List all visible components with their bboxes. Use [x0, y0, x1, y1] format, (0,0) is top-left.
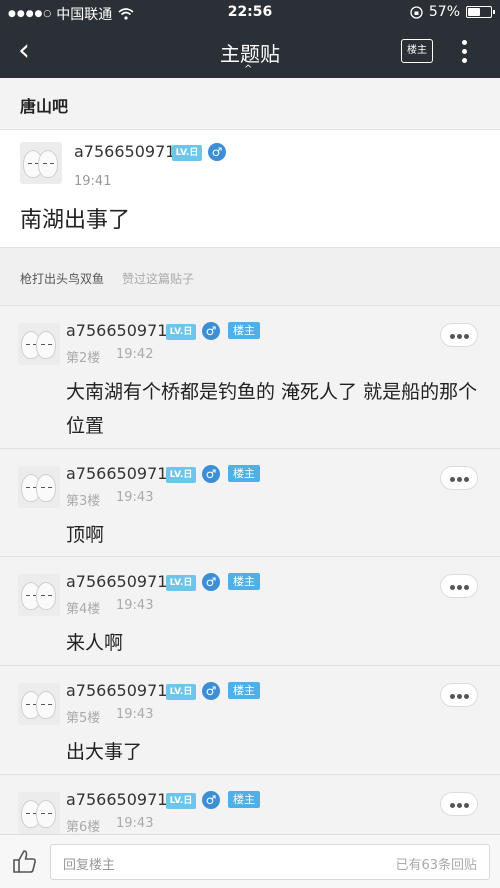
rotation-lock-icon — [410, 5, 423, 19]
male-icon: ♂ — [202, 322, 220, 340]
status-bar: ●●●●○ 中国联通 22:56 57% — [0, 0, 500, 26]
more-options-button[interactable] — [440, 574, 478, 598]
more-options-button[interactable] — [440, 466, 478, 490]
floor-number: 第5楼 — [66, 711, 101, 726]
level-badge: LV.日 — [166, 575, 196, 591]
more-options-button[interactable] — [440, 323, 478, 347]
level-badge: LV.日 — [172, 145, 202, 161]
thumbs-up-icon[interactable] — [10, 847, 38, 875]
reply-username[interactable]: a756650971 — [66, 464, 167, 483]
reply-time: 19:43 — [116, 598, 154, 613]
reply-item: a756650971 LV.日 ♂ 楼主 第3楼 19:43 顶啊 — [0, 450, 500, 557]
op-username[interactable]: a756650971 — [74, 142, 175, 161]
reply-username[interactable]: a756650971 — [66, 321, 167, 340]
reply-placeholder: 回复楼主 — [63, 858, 116, 873]
reply-item: a756650971 LV.日 ♂ 楼主 第5楼 19:43 出大事了 — [0, 667, 500, 775]
reply-item: a756650971 LV.日 ♂ 楼主 第4楼 19:43 来人啊 — [0, 558, 500, 666]
reply-time: 19:43 — [116, 707, 154, 722]
avatar[interactable] — [18, 792, 60, 834]
post-time: 19:41 — [74, 174, 112, 189]
avatar[interactable] — [18, 323, 60, 365]
male-icon: ♂ — [202, 573, 220, 591]
floor-number: 第6楼 — [66, 820, 101, 835]
reply-bar: 回复楼主 已有63条回贴 — [0, 834, 500, 888]
reply-count: 已有63条回贴 — [395, 858, 477, 873]
battery-percent: 57% — [428, 4, 460, 20]
reply-item: a756650971 LV.日 ♂ 楼主 第6楼 19:43 — [0, 776, 500, 835]
chevron-up-icon[interactable]: ^ — [244, 64, 252, 75]
reply-time: 19:42 — [116, 347, 154, 362]
host-badge: 楼主 — [228, 682, 260, 699]
level-badge: LV.日 — [166, 793, 196, 809]
reply-content: 大南湖有个桥都是钓鱼的 淹死人了 就是船的那个位置 — [66, 381, 478, 437]
reply-username[interactable]: a756650971 — [66, 681, 167, 700]
floor-number: 第4楼 — [66, 602, 101, 617]
avatar[interactable] — [18, 683, 60, 725]
forum-header[interactable]: 唐山吧 — [0, 78, 500, 130]
male-icon: ♂ — [208, 143, 226, 161]
reply-time: 19:43 — [116, 490, 154, 505]
male-icon: ♂ — [202, 682, 220, 700]
male-icon: ♂ — [202, 465, 220, 483]
level-badge: LV.日 — [166, 324, 196, 340]
reply-content: 顶啊 — [66, 524, 105, 546]
avatar[interactable] — [18, 466, 60, 508]
more-vertical-icon[interactable] — [462, 40, 468, 64]
likes-suffix: 赞过这篇贴子 — [122, 272, 195, 286]
avatar[interactable] — [18, 574, 60, 616]
reply-item: a756650971 LV.日 ♂ 楼主 第2楼 19:42 大南湖有个桥都是钓… — [0, 307, 500, 449]
level-badge: LV.日 — [166, 684, 196, 700]
host-badge: 楼主 — [228, 465, 260, 482]
forum-name[interactable]: 唐山吧 — [20, 93, 68, 117]
more-options-button[interactable] — [440, 683, 478, 707]
reply-time: 19:43 — [116, 816, 154, 831]
host-badge: 楼主 — [228, 573, 260, 590]
host-only-button[interactable]: 楼主 — [401, 39, 433, 63]
battery-icon — [466, 6, 495, 18]
reply-content: 出大事了 — [66, 741, 143, 763]
post-content: 南湖出事了 — [20, 208, 131, 233]
host-badge: 楼主 — [228, 791, 260, 808]
likes-row: 枪打出头鸟双鱼 赞过这篇贴子 — [0, 248, 500, 306]
level-badge: LV.日 — [166, 467, 196, 483]
floor-number: 第3楼 — [66, 494, 101, 509]
reply-input[interactable]: 回复楼主 已有63条回贴 — [50, 844, 490, 880]
more-options-button[interactable] — [440, 792, 478, 816]
reply-username[interactable]: a756650971 — [66, 572, 167, 591]
reply-content: 来人啊 — [66, 632, 124, 654]
reply-username[interactable]: a756650971 — [66, 790, 167, 809]
liker-name[interactable]: 枪打出头鸟双鱼 — [20, 270, 104, 287]
male-icon: ♂ — [202, 791, 220, 809]
avatar[interactable] — [20, 142, 62, 184]
original-post: a756650971 LV.日 ♂ 19:41 南湖出事了 — [0, 130, 500, 248]
nav-bar: ‹ 主题贴 ^ 楼主 — [0, 26, 500, 78]
host-badge: 楼主 — [228, 322, 260, 339]
floor-number: 第2楼 — [66, 351, 101, 366]
